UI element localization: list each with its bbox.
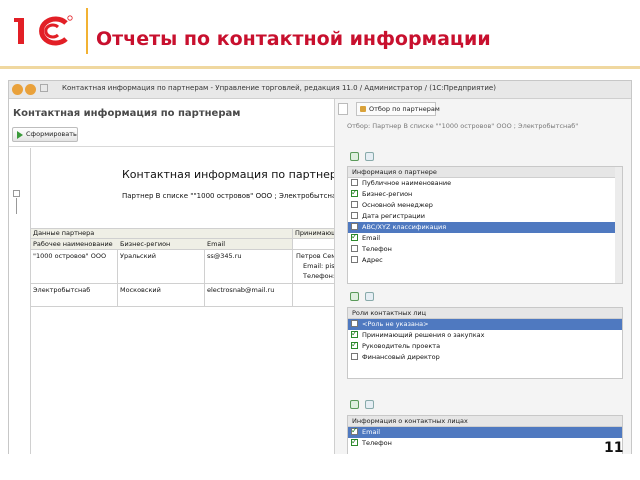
- slide-title: Отчеты по контактной информации: [96, 28, 491, 50]
- 1c-logo: [14, 15, 73, 46]
- table-cell: "1000 островов" ООО: [33, 252, 107, 260]
- grid-line: [30, 148, 31, 454]
- checkbox[interactable]: [351, 223, 358, 230]
- checkbox[interactable]: [351, 179, 358, 186]
- list-item[interactable]: ABC/XYZ классификация: [348, 222, 622, 233]
- list-item[interactable]: <Роль не указана>: [348, 319, 622, 330]
- uncheck-all-icon[interactable]: [365, 400, 374, 409]
- check-all-icon[interactable]: [350, 400, 359, 409]
- list-item-label: Публичное наименование: [362, 179, 452, 187]
- checkbox[interactable]: [351, 201, 358, 208]
- page-number: 11: [604, 440, 624, 456]
- checkbox[interactable]: [351, 436, 358, 447]
- list-item-label: Основной менеджер: [362, 201, 433, 209]
- list-item-label: Адрес: [362, 256, 383, 264]
- column-header: Email: [207, 240, 226, 248]
- list-item-label: Руководитель проекта: [362, 342, 441, 350]
- report-divider: [9, 146, 334, 147]
- contact-info-group: Информация о контактных лицах Email Теле…: [347, 415, 623, 455]
- table-cell: Электробытснаб: [33, 286, 91, 294]
- list-item[interactable]: Руководитель проекта: [348, 339, 622, 352]
- list-item[interactable]: Телефон: [348, 244, 622, 255]
- list-item-label: Финансовый директор: [362, 353, 440, 361]
- table-cell: Московский: [120, 286, 161, 294]
- report-heading: Контактная информация по партнерам: [122, 168, 352, 181]
- play-icon: [17, 131, 23, 139]
- tab-partner-filter[interactable]: Отбор по партнерам: [356, 102, 440, 116]
- tab-label: Отбор по партнерам: [369, 105, 440, 113]
- filter-summary: Отбор: Партнер В списке ""1000 островов"…: [347, 122, 579, 130]
- filter-icon: [360, 106, 366, 112]
- form-title: Контактная информация по партнерам: [13, 108, 241, 119]
- column-header: Рабочее наименование: [33, 240, 113, 248]
- list-item-label: Телефон: [362, 245, 392, 253]
- slide-footer: [0, 454, 640, 480]
- list-item[interactable]: Адрес: [348, 255, 622, 266]
- list-item[interactable]: Основной менеджер: [348, 200, 622, 211]
- list-item[interactable]: Email: [348, 425, 622, 438]
- list-item-label: Бизнес-регион: [362, 190, 413, 198]
- list-item[interactable]: Телефон: [348, 436, 622, 449]
- report-subtitle: Партнер В списке ""1000 островов" ООО ; …: [122, 192, 344, 200]
- contact-roles-group: Роли контактных лиц <Роль не указана> Пр…: [347, 307, 623, 379]
- generate-button[interactable]: Сформировать: [12, 127, 78, 142]
- checkbox[interactable]: [351, 256, 358, 263]
- header-divider: [0, 66, 640, 69]
- group-header: Роли контактных лиц: [348, 308, 622, 319]
- list-item[interactable]: Бизнес-регион: [348, 187, 622, 200]
- list-item-label: ABC/XYZ классификация: [362, 223, 447, 231]
- collapse-group-icon[interactable]: [13, 190, 20, 197]
- checkbox[interactable]: [351, 339, 358, 350]
- list-item-label: Email: [362, 428, 381, 436]
- list-item[interactable]: Email: [348, 231, 622, 244]
- list-item-label: Телефон: [362, 439, 392, 447]
- check-all-icon[interactable]: [350, 152, 359, 161]
- header-accent-bar: [86, 8, 88, 54]
- generate-button-label: Сформировать: [26, 130, 77, 138]
- column-group-header-label: Данные партнера: [33, 229, 95, 237]
- grid-line: [30, 306, 334, 307]
- column-group-header-label: Принимающ: [295, 229, 338, 237]
- table-cell: ss@345.ru: [207, 252, 242, 260]
- partner-info-group: Информация о партнере Публичное наименов…: [347, 166, 623, 284]
- uncheck-all-icon[interactable]: [365, 152, 374, 161]
- list-item[interactable]: Финансовый директор: [348, 352, 622, 363]
- list-item-label: Принимающий решения о закупках: [362, 331, 485, 339]
- table-cell: Петров Сем: [296, 252, 337, 260]
- list-item[interactable]: Принимающий решения о закупках: [348, 328, 622, 341]
- checkbox[interactable]: [351, 353, 358, 360]
- main-menu-icon[interactable]: [25, 84, 36, 95]
- checkbox[interactable]: [351, 187, 358, 198]
- checkbox[interactable]: [351, 425, 358, 436]
- grid-line: [292, 228, 293, 306]
- scrollbar[interactable]: [615, 167, 622, 283]
- table-cell: electrosnab@mail.ru: [207, 286, 275, 294]
- list-item-label: <Роль не указана>: [362, 320, 429, 328]
- checkbox[interactable]: [351, 328, 358, 339]
- checkbox[interactable]: [351, 212, 358, 219]
- list-item-label: Дата регистрации: [362, 212, 426, 220]
- group-header: Информация о контактных лицах: [348, 416, 622, 427]
- checkbox[interactable]: [351, 245, 358, 252]
- list-item[interactable]: Публичное наименование: [348, 178, 622, 189]
- checkbox[interactable]: [351, 231, 358, 242]
- grid-line: [30, 249, 334, 250]
- grid-line: [30, 283, 334, 284]
- group-header: Информация о партнере: [348, 167, 622, 178]
- checkbox[interactable]: [351, 320, 358, 327]
- back-icon[interactable]: [40, 84, 48, 92]
- check-all-icon[interactable]: [350, 292, 359, 301]
- group-bracket: [16, 198, 17, 214]
- table-cell: Телефон:: [303, 272, 336, 280]
- app-menu-icon[interactable]: [12, 84, 23, 95]
- panel-collapse-icon[interactable]: [338, 103, 348, 115]
- uncheck-all-icon[interactable]: [365, 292, 374, 301]
- list-item[interactable]: Дата регистрации: [348, 211, 622, 222]
- window-title: Контактная информация по партнерам - Упр…: [62, 84, 496, 92]
- table-cell: Уральский: [120, 252, 157, 260]
- list-item-label: Email: [362, 234, 381, 242]
- column-header: Бизнес-регион: [120, 240, 171, 248]
